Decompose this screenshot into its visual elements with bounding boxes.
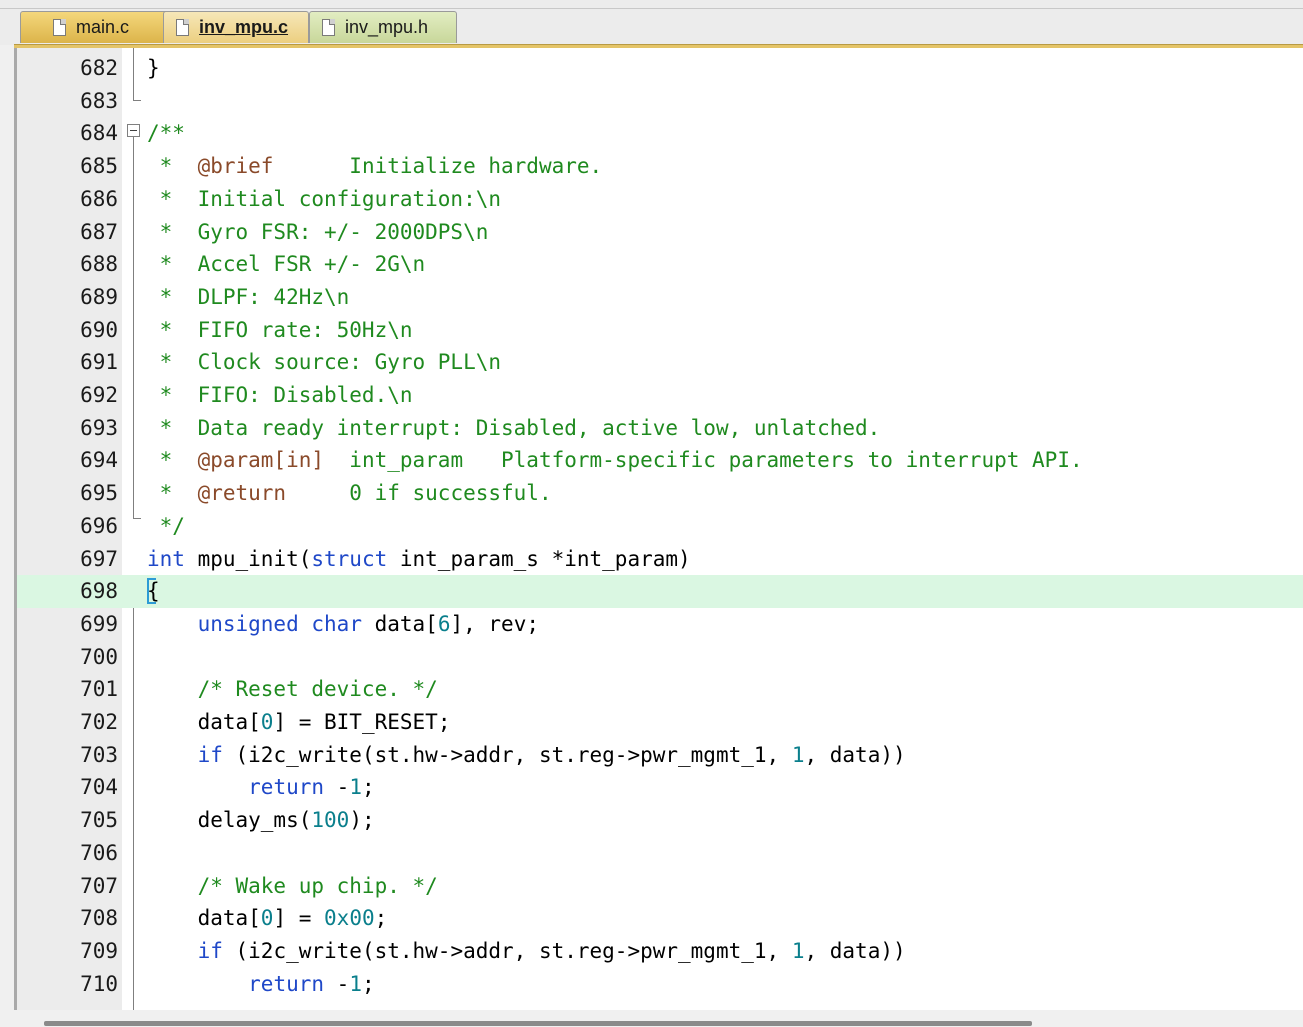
code-text: */ (147, 513, 185, 538)
code-line: 697 int mpu_init(struct int_param_s *int… (17, 543, 1303, 576)
line-number: 692 (80, 383, 118, 407)
line-number: 686 (80, 186, 118, 211)
code-text: if (i2c_write(st.hw->addr, st.reg->pwr_m… (197, 742, 906, 767)
code-line: 687 * Gyro FSR: +/- 2000DPS\n (17, 216, 1303, 249)
line-number: 699 (80, 611, 118, 636)
code-text: } (147, 56, 160, 80)
code-line: 684 /** (17, 117, 1303, 150)
code-line: 704 return -1; (17, 771, 1303, 804)
tab-label: main.c (76, 17, 130, 37)
code-line: 701 /* Reset device. */ (17, 673, 1303, 706)
editor-tab-bar: main.c inv_mpu.c inv_mpu.h (0, 9, 1303, 45)
line-number: 700 (80, 644, 118, 669)
code-line: 693 * Data ready interrupt: Disabled, ac… (17, 412, 1303, 445)
code-line: 706 (17, 837, 1303, 870)
code-text: * Clock source: Gyro PLL\n (147, 350, 502, 375)
line-number: 708 (80, 906, 118, 931)
line-number: 691 (80, 350, 118, 375)
code-text: delay_ms(100); (147, 808, 375, 833)
code-text: * DLPF: 42Hz\n (147, 284, 350, 309)
code-text: return -1; (248, 775, 375, 800)
code-line: 688 * Accel FSR +/- 2G\n (17, 248, 1303, 281)
line-number: 704 (80, 775, 118, 800)
code-editor[interactable]: 682 } 683 684 /** 685 * @brief Initializ… (17, 48, 1303, 1010)
line-number: 689 (80, 284, 118, 309)
c-file-icon (176, 19, 189, 36)
code-line: 705 delay_ms(100); (17, 804, 1303, 837)
text-cursor (147, 578, 156, 604)
line-number: 687 (80, 219, 118, 244)
code-line: 710 return -1; (17, 968, 1303, 1001)
code-line: 699 unsigned char data[6], rev; (17, 608, 1303, 641)
code-text: * @param[in] int_param Platform-specific… (147, 448, 1083, 473)
code-line: 686 * Initial configuration:\n (17, 183, 1303, 216)
line-number: 690 (80, 317, 118, 342)
line-number: 682 (80, 56, 118, 80)
code-line: 689 * DLPF: 42Hz\n (17, 281, 1303, 314)
line-number: 696 (80, 513, 118, 538)
line-number: 701 (80, 677, 118, 702)
code-text: * Initial configuration:\n (147, 186, 502, 211)
code-text: * @brief Initialize hardware. (147, 154, 603, 179)
code-line: 695 * @return 0 if successful. (17, 477, 1303, 510)
line-number: 694 (80, 448, 118, 473)
tab-label: inv_mpu.c (199, 17, 289, 37)
code-text: * @return 0 if successful. (147, 481, 552, 506)
code-line: 690 * FIFO rate: 50Hz\n (17, 314, 1303, 347)
code-line: 696 */ (17, 510, 1303, 543)
line-number: 703 (80, 742, 118, 767)
code-text: /* Reset device. */ (147, 677, 438, 702)
code-line: 702 data[0] = BIT_RESET; (17, 706, 1303, 739)
code-text: data[0] = 0x00; (147, 906, 388, 931)
line-number: 698 (80, 579, 118, 604)
code-text: unsigned char data[6], rev; (197, 611, 539, 636)
line-number: 706 (80, 840, 118, 865)
line-number: 709 (80, 938, 118, 963)
code-line: 700 (17, 641, 1303, 674)
code-line: 709 if (i2c_write(st.hw->addr, st.reg->p… (17, 935, 1303, 968)
line-number: 693 (80, 415, 118, 440)
code-line: 694 * @param[in] int_param Platform-spec… (17, 444, 1303, 477)
code-text: int mpu_init(struct int_param_s *int_par… (147, 546, 691, 571)
line-number: 705 (80, 808, 118, 833)
line-number: 684 (80, 121, 118, 146)
code-text: * FIFO: Disabled.\n (147, 383, 413, 407)
line-number: 702 (80, 710, 118, 734)
line-number: 697 (80, 546, 118, 571)
code-text: * Gyro FSR: +/- 2000DPS\n (147, 219, 489, 244)
tab-inv-mpu-c[interactable]: inv_mpu.c (163, 11, 309, 43)
code-text: data[0] = BIT_RESET; (147, 710, 451, 734)
code-line: 707 /* Wake up chip. */ (17, 870, 1303, 903)
code-line: 691 * Clock source: Gyro PLL\n (17, 346, 1303, 379)
c-file-icon (53, 19, 66, 36)
code-text: if (i2c_write(st.hw->addr, st.reg->pwr_m… (197, 938, 906, 963)
tab-inv-mpu-h[interactable]: inv_mpu.h (309, 11, 457, 43)
line-number: 688 (80, 252, 118, 277)
tab-main-c[interactable]: main.c (20, 11, 170, 43)
line-number: 707 (80, 873, 118, 898)
line-number: 695 (80, 481, 118, 506)
code-line: 703 if (i2c_write(st.hw->addr, st.reg->p… (17, 739, 1303, 772)
horizontal-scrollbar[interactable] (44, 1021, 1032, 1026)
code-line: 682 } (17, 52, 1303, 85)
code-text: return -1; (248, 971, 375, 996)
code-text: * FIFO rate: 50Hz\n (147, 317, 413, 342)
tab-label: inv_mpu.h (345, 17, 429, 37)
line-number: 710 (80, 971, 118, 996)
code-line: 685 * @brief Initialize hardware. (17, 150, 1303, 183)
code-line: 708 data[0] = 0x00; (17, 902, 1303, 935)
h-file-icon (322, 19, 335, 36)
code-text: /* Wake up chip. */ (147, 873, 438, 898)
current-code-line: 698 { (17, 575, 1303, 608)
code-text: * Accel FSR +/- 2G\n (147, 252, 426, 277)
code-text: * Data ready interrupt: Disabled, active… (147, 415, 881, 440)
code-line: 692 * FIFO: Disabled.\n (17, 379, 1303, 412)
code-line: 683 (17, 85, 1303, 118)
line-number: 685 (80, 154, 118, 179)
window-top-strip (0, 0, 1303, 9)
code-text: /** (147, 121, 185, 146)
line-number: 683 (80, 88, 118, 113)
